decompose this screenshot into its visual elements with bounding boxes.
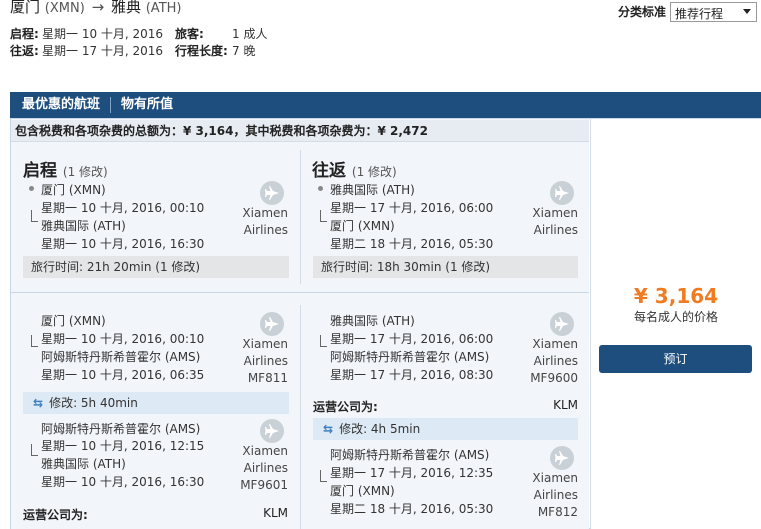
depart-date-label: 启程: <box>10 27 39 41</box>
depart-dot <box>318 186 323 191</box>
outbound-airline: Xiamen Airlines <box>242 206 288 237</box>
trip-length-label: 行程长度: <box>175 44 228 58</box>
out-seg2-flight: MF9601 <box>240 478 288 492</box>
out-seg1-arr: 星期一 10 十月, 2016, 06:35 <box>41 368 205 382</box>
route-connector <box>320 470 327 482</box>
airplane-icon <box>550 446 574 470</box>
outbound-arr-time: 星期一 10 十月, 2016, 16:30 <box>41 237 205 251</box>
inbound-title: 往返 (1 修改) <box>312 161 397 181</box>
route-connector <box>31 335 38 347</box>
in-seg2-flight: MF812 <box>537 505 578 519</box>
in-seg1-from: 雅典国际 (ATH) <box>330 314 415 328</box>
in-seg1-arr: 星期一 17 十月, 2016, 08:30 <box>330 368 494 382</box>
out-seg2-from: 阿姆斯特丹斯希普霍尔 (AMS) <box>41 422 201 436</box>
airplane-icon <box>550 181 574 205</box>
inbound-airline: Xiamen Airlines <box>532 206 578 237</box>
out-seg1-flight: MF811 <box>247 371 288 385</box>
traveler-value: 1 成人 <box>232 27 268 41</box>
airplane-icon <box>260 419 284 443</box>
to-city: 雅典 <box>110 0 141 16</box>
sort-label: 分类标准 <box>618 5 667 19</box>
inbound-operator-label: 运营公司为: <box>313 400 378 414</box>
airplane-icon <box>550 312 574 336</box>
in-seg1-airline: Xiamen Airlines MF9600 <box>510 336 578 387</box>
in-seg2-airline: Xiamen Airlines MF812 <box>510 470 578 521</box>
outbound-from: 厦门 (XMN) <box>41 183 106 197</box>
tab-best-value[interactable]: 物有所值 <box>121 92 173 118</box>
tab-cheapest[interactable]: 最优惠的航班 <box>22 92 100 118</box>
trip-length-value: 7 晚 <box>232 44 256 58</box>
out-seg1-to: 阿姆斯特丹斯希普霍尔 (AMS) <box>41 350 201 364</box>
return-date-label: 往返: <box>10 44 39 58</box>
transfer-icon: ⇆ <box>33 396 44 410</box>
out-seg1-from: 厦门 (XMN) <box>41 314 106 328</box>
to-code: (ATH) <box>145 1 182 16</box>
price-amount: ¥ 3,164 <box>633 284 719 308</box>
route-connector <box>320 335 327 347</box>
inbound-layover: ⇆ 修改: 4h 5min <box>313 418 578 440</box>
in-seg1-dep: 星期一 17 十月, 2016, 06:00 <box>330 332 494 346</box>
outbound-layover: ⇆ 修改: 5h 40min <box>23 392 289 414</box>
from-city: 厦门 <box>10 0 41 16</box>
outbound-to: 雅典国际 (ATH) <box>41 219 126 233</box>
right-arrow-icon: → <box>91 0 105 16</box>
sort-select-value: 推荐行程 <box>675 7 724 21</box>
in-seg2-from: 阿姆斯特丹斯希普霍尔 (AMS) <box>330 448 490 462</box>
book-button[interactable]: 预订 <box>599 345 752 373</box>
inbound-to: 厦门 (XMN) <box>330 219 395 233</box>
airplane-icon <box>260 181 284 205</box>
inbound-stops: (1 修改) <box>351 165 397 179</box>
outbound-dep-time: 星期一 10 十月, 2016, 00:10 <box>41 201 205 215</box>
depart-dot <box>29 186 34 191</box>
outbound-title: 启程 (1 修改) <box>23 161 108 181</box>
out-seg1-dep: 星期一 10 十月, 2016, 00:10 <box>41 332 205 346</box>
total-price-summary: 包含税费和各项杂费的总额为：¥ 3,164，其中税费和各项杂费为：¥ 2,472 <box>11 120 589 142</box>
route-connector <box>320 210 327 222</box>
inbound-layover-text: 修改: 4h 5min <box>339 422 421 436</box>
outbound-operator: KLM <box>263 506 288 520</box>
traveler-label: 旅客: <box>175 27 204 41</box>
transfer-icon: ⇆ <box>323 422 334 436</box>
in-seg2-dep: 星期一 17 十月, 2016, 12:35 <box>330 466 494 480</box>
in-seg1-to: 阿姆斯特丹斯希普霍尔 (AMS) <box>330 350 490 364</box>
out-seg2-arr: 星期一 10 十月, 2016, 16:30 <box>41 475 205 489</box>
return-date-value: 星期一 17 十月, 2016 <box>42 44 164 58</box>
route-title: 厦门 (XMN) → 雅典 (ATH) <box>10 0 181 17</box>
outbound-stops: (1 修改) <box>62 165 108 179</box>
inbound-operator: KLM <box>553 398 578 412</box>
in-seg2-arr: 星期二 18 十月, 2016, 05:30 <box>330 502 494 516</box>
summary-divider <box>300 150 301 284</box>
out-seg2-airline: Xiamen Airlines MF9601 <box>220 443 288 494</box>
sort-select[interactable]: 推荐行程 <box>670 2 757 22</box>
outbound-layover-text: 修改: 5h 40min <box>49 396 138 410</box>
inbound-from: 雅典国际 (ATH) <box>330 183 415 197</box>
route-connector <box>31 210 38 222</box>
from-code: (XMN) <box>44 1 85 16</box>
section-divider <box>11 292 589 293</box>
chevron-down-icon <box>743 9 751 14</box>
out-seg2-dep: 星期一 10 十月, 2016, 12:15 <box>41 439 205 453</box>
airplane-icon <box>260 312 284 336</box>
tab-divider <box>110 97 111 113</box>
inbound-arr-time: 星期二 18 十月, 2016, 05:30 <box>330 237 494 251</box>
out-seg2-to: 雅典国际 (ATH) <box>41 457 126 471</box>
price-note: 每名成人的价格 <box>633 310 718 324</box>
detail-divider <box>300 305 301 529</box>
inbound-dep-time: 星期一 17 十月, 2016, 06:00 <box>330 201 494 215</box>
inbound-duration: 旅行时间: 18h 30min (1 修改) <box>313 256 578 278</box>
out-seg1-airline: Xiamen Airlines MF811 <box>220 336 288 387</box>
route-connector <box>31 444 38 456</box>
in-seg1-flight: MF9600 <box>530 371 578 385</box>
outbound-operator-label: 运营公司为: <box>23 508 88 522</box>
outbound-duration: 旅行时间: 21h 20min (1 修改) <box>23 256 289 278</box>
depart-date-value: 星期一 10 十月, 2016 <box>42 27 164 41</box>
in-seg2-to: 厦门 (XMN) <box>330 484 395 498</box>
tab-bar: 最优惠的航班 物有所值 <box>10 92 761 118</box>
